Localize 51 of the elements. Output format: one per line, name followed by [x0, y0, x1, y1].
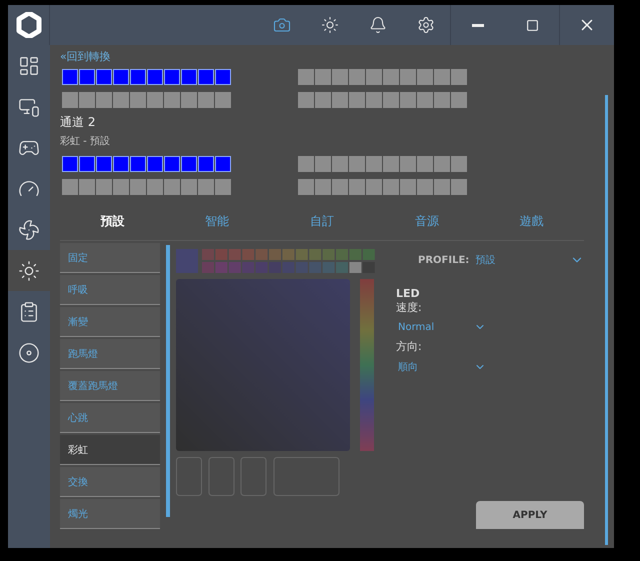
tab[interactable]: 音源	[374, 213, 480, 230]
led-title: LED	[396, 287, 421, 300]
led-key[interactable]	[96, 156, 112, 172]
led-key[interactable]	[96, 69, 112, 85]
tab[interactable]: 智能	[164, 213, 270, 230]
led-key[interactable]	[198, 156, 214, 172]
color-swatches-drawing[interactable]	[176, 249, 376, 273]
effect-item[interactable]: 心跳	[60, 403, 160, 433]
effect-item[interactable]: 彩虹	[60, 435, 160, 465]
list-scrollbar[interactable]	[166, 245, 170, 517]
led-key[interactable]	[62, 69, 78, 85]
tab[interactable]: 預設	[60, 213, 165, 230]
sun-icon[interactable]	[8, 250, 50, 291]
back-link[interactable]: «回到轉換	[60, 49, 604, 65]
effect-item[interactable]: 固定	[60, 243, 160, 273]
channel-title: 通道 2	[60, 114, 96, 131]
led-key[interactable]	[164, 69, 180, 85]
effect-item[interactable]: 交換	[60, 467, 160, 497]
led-key[interactable]	[130, 156, 146, 172]
apply-button[interactable]: APPLY	[476, 501, 584, 529]
effect-item[interactable]: 呼吸	[60, 275, 160, 305]
speed-label: 速度:	[396, 300, 423, 315]
profile-dropdown[interactable]: 預設	[475, 253, 570, 267]
tab[interactable]: 遊戲	[479, 213, 584, 230]
led-key[interactable]	[62, 156, 78, 172]
led-key[interactable]	[215, 69, 231, 85]
led-key[interactable]	[198, 69, 214, 85]
led-key[interactable]	[147, 69, 163, 85]
minimize-icon	[472, 24, 484, 26]
effect-item[interactable]: 跑馬燈	[60, 339, 160, 369]
direction-dropdown[interactable]: 順向	[398, 360, 486, 374]
led-key[interactable]	[113, 156, 129, 172]
color-gradient-area[interactable]	[176, 279, 350, 451]
led-key[interactable]	[181, 69, 197, 85]
effect-item[interactable]: 覆蓋跑馬燈	[60, 371, 160, 401]
effect-item[interactable]: 漸變	[60, 307, 160, 337]
led-key[interactable]	[181, 156, 197, 172]
channel-subtitle: 彩虹 - 預設	[60, 134, 111, 148]
effect-item[interactable]: 燭光	[60, 499, 160, 529]
speed-dropdown[interactable]: Normal	[398, 321, 486, 333]
direction-label: 方向:	[396, 339, 423, 354]
led-key[interactable]	[79, 156, 95, 172]
led-key[interactable]	[147, 156, 163, 172]
led-key[interactable]	[215, 156, 231, 172]
led-key[interactable]	[130, 69, 146, 85]
maximize-icon	[526, 18, 538, 32]
tab[interactable]: 自訂	[270, 213, 374, 230]
led-key[interactable]	[164, 156, 180, 172]
profile-label: PROFILE:	[418, 254, 470, 266]
led-key[interactable]	[79, 69, 95, 85]
led-key[interactable]	[113, 69, 129, 85]
